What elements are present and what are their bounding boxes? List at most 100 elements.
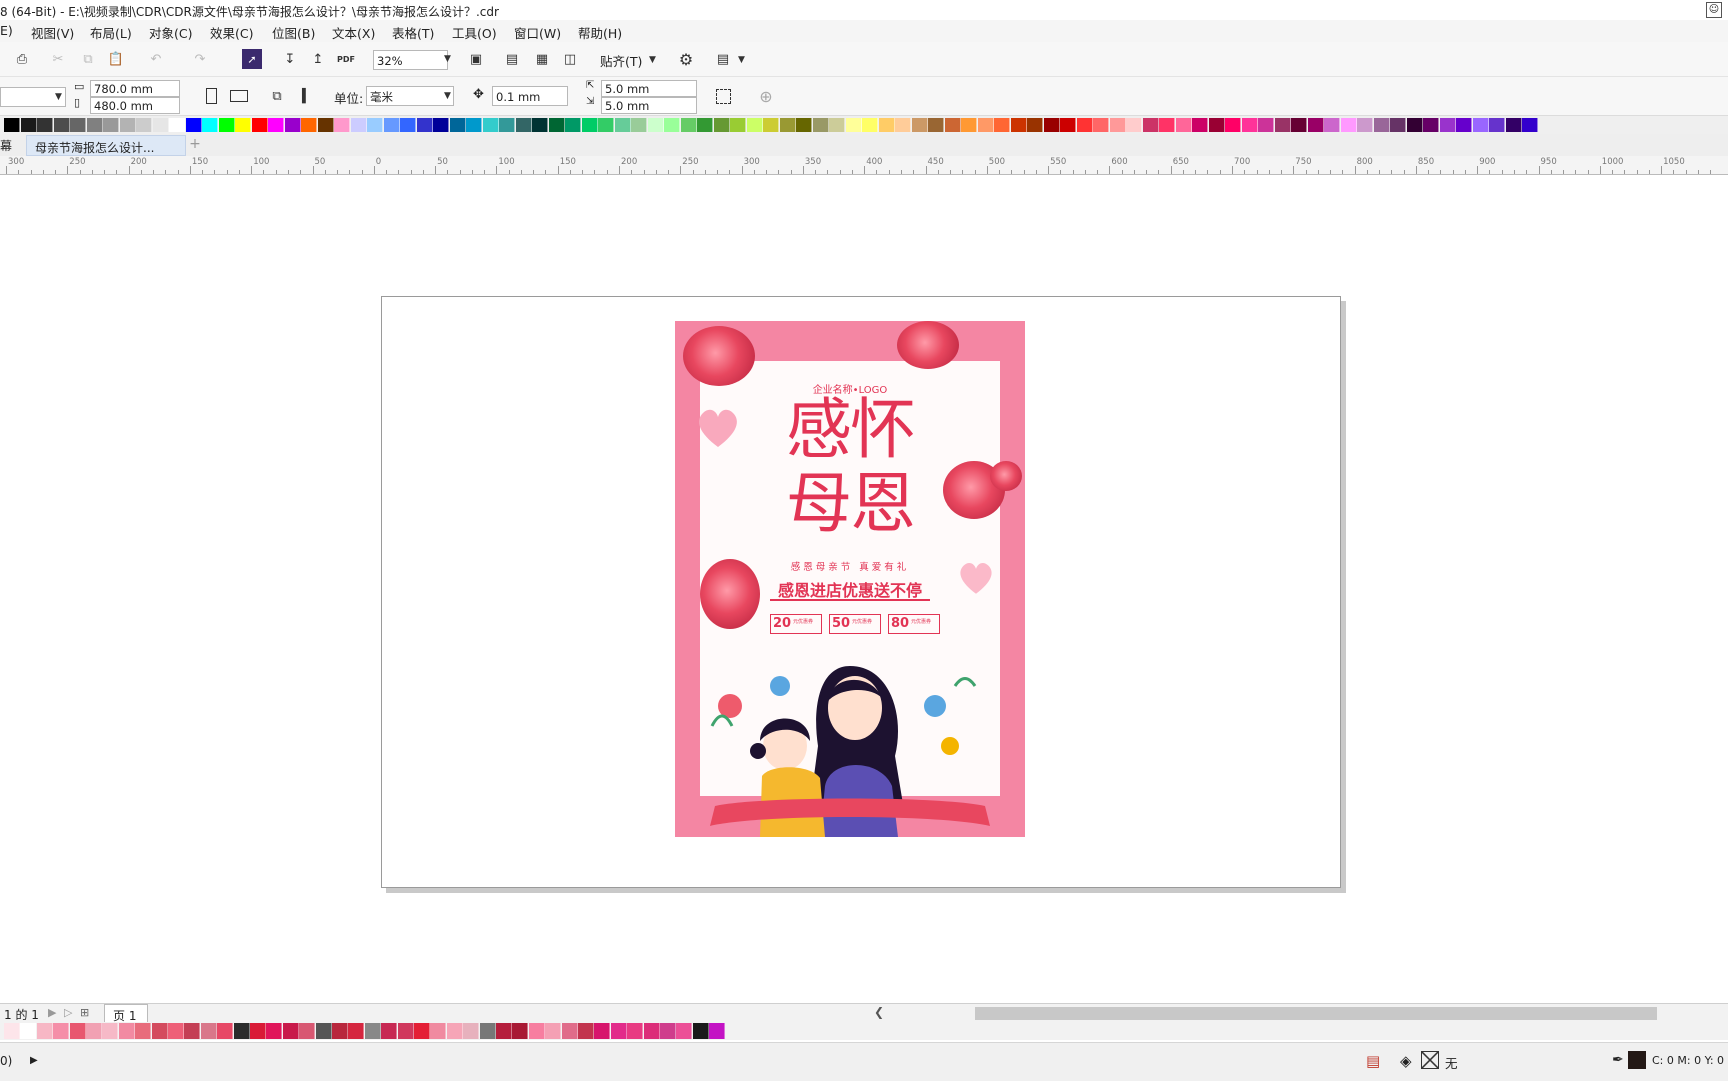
user-icon[interactable]: ☺	[1706, 2, 1722, 18]
palette-swatch[interactable]	[730, 118, 746, 132]
palette-swatch[interactable]	[1373, 118, 1390, 132]
document-palette-swatch[interactable]	[692, 1023, 709, 1039]
portrait-icon[interactable]	[201, 86, 221, 106]
palette-swatch[interactable]	[1522, 118, 1538, 132]
menu-layout[interactable]: 布局(L)	[90, 23, 132, 42]
document-palette-swatch[interactable]	[463, 1023, 480, 1039]
palette-swatch[interactable]	[317, 118, 334, 132]
palette-swatch[interactable]	[1159, 118, 1175, 132]
palette-swatch[interactable]	[152, 118, 169, 132]
document-palette-swatch[interactable]	[709, 1023, 726, 1039]
document-palette-swatch[interactable]	[414, 1023, 430, 1039]
palette-swatch[interactable]	[1109, 118, 1126, 132]
palette-swatch[interactable]	[367, 118, 383, 132]
palette-swatch[interactable]	[1472, 118, 1489, 132]
palette-swatch[interactable]	[499, 118, 515, 132]
zoom-dropdown-icon[interactable]: ▼	[444, 54, 451, 64]
palette-swatch[interactable]	[383, 118, 400, 132]
menu-table[interactable]: 表格(T)	[392, 23, 434, 42]
status-expand-icon[interactable]: ▶	[30, 1055, 38, 1066]
palette-swatch[interactable]	[845, 118, 862, 132]
palette-swatch[interactable]	[812, 118, 829, 132]
palette-swatch[interactable]	[1192, 118, 1208, 132]
duplicate-x-field[interactable]: 5.0 mm	[601, 80, 697, 97]
palette-swatch[interactable]	[1291, 118, 1307, 132]
palette-swatch[interactable]	[878, 118, 895, 132]
unit-select[interactable]: 毫米	[366, 86, 454, 106]
document-palette-swatch[interactable]	[266, 1023, 283, 1039]
menu-effects[interactable]: 效果(C)	[210, 23, 253, 42]
document-palette-swatch[interactable]	[528, 1023, 545, 1039]
palette-swatch[interactable]	[53, 118, 70, 132]
palette-swatch[interactable]	[284, 118, 301, 132]
palette-swatch[interactable]	[746, 118, 763, 132]
palette-swatch[interactable]	[977, 118, 994, 132]
nudge-distance-field[interactable]: 0.1 mm	[492, 86, 568, 106]
palette-swatch[interactable]	[350, 118, 367, 132]
export-icon[interactable]: ↥	[308, 49, 328, 69]
palette-swatch[interactable]	[763, 118, 779, 132]
palette-swatch[interactable]	[1043, 118, 1060, 132]
palette-swatch[interactable]	[1175, 118, 1192, 132]
palette-swatch[interactable]	[334, 118, 350, 132]
last-page-icon[interactable]: ▷	[64, 1006, 72, 1019]
document-palette-swatch[interactable]	[217, 1023, 234, 1039]
document-palette-swatch[interactable]	[4, 1023, 20, 1039]
palette-swatch[interactable]	[1456, 118, 1472, 132]
palette-swatch[interactable]	[647, 118, 664, 132]
palette-swatch[interactable]	[218, 118, 235, 132]
palette-swatch[interactable]	[449, 118, 466, 132]
palette-swatch[interactable]	[169, 118, 185, 132]
all-pages-icon[interactable]: ⧉	[267, 86, 287, 106]
palette-swatch[interactable]	[515, 118, 532, 132]
mothers-day-poster[interactable]: 企业名称•LOGO 感怀 母恩 感恩母亲节 真爱有礼 感恩进店优惠送不停 20 …	[675, 321, 1025, 837]
palette-swatch[interactable]	[1208, 118, 1225, 132]
document-palette-swatch[interactable]	[315, 1023, 332, 1039]
document-palette-swatch[interactable]	[676, 1023, 693, 1039]
active-document-tab[interactable]: 母亲节海报怎么设计...	[26, 135, 186, 156]
palette-swatch[interactable]	[268, 118, 284, 132]
palette-swatch[interactable]	[1324, 118, 1340, 132]
palette-swatch[interactable]	[1505, 118, 1522, 132]
publish-pdf-icon[interactable]: PDF	[336, 49, 356, 69]
palette-swatch[interactable]	[697, 118, 713, 132]
palette-swatch[interactable]	[1126, 118, 1142, 132]
palette-swatch[interactable]	[4, 118, 20, 132]
document-palette-swatch[interactable]	[69, 1023, 86, 1039]
palette-swatch[interactable]	[1027, 118, 1043, 132]
document-palette-swatch[interactable]	[332, 1023, 348, 1039]
redo-icon[interactable]: ↷	[190, 49, 210, 69]
document-palette-swatch[interactable]	[397, 1023, 414, 1039]
add-page-icon[interactable]: ⊞	[80, 1006, 89, 1019]
palette-swatch[interactable]	[1307, 118, 1324, 132]
palette-swatch[interactable]	[614, 118, 631, 132]
menu-tools[interactable]: 工具(O)	[452, 23, 497, 42]
corel-connect-icon[interactable]: ➚	[242, 49, 262, 69]
page-1-tab[interactable]: 页 1	[104, 1004, 148, 1023]
document-palette-swatch[interactable]	[627, 1023, 644, 1039]
menu-bitmap[interactable]: 位图(B)	[272, 23, 315, 42]
document-palette-swatch[interactable]	[446, 1023, 463, 1039]
palette-swatch[interactable]	[713, 118, 730, 132]
palette-swatch[interactable]	[466, 118, 482, 132]
document-palette-swatch[interactable]	[594, 1023, 611, 1039]
palette-swatch[interactable]	[664, 118, 680, 132]
palette-swatch[interactable]	[796, 118, 812, 132]
palette-swatch[interactable]	[581, 118, 598, 132]
current-page-icon[interactable]: ▍	[297, 86, 317, 106]
menu-edit[interactable]: E)	[0, 23, 13, 38]
palette-swatch[interactable]	[961, 118, 977, 132]
document-palette-swatch[interactable]	[102, 1023, 119, 1039]
palette-swatch[interactable]	[1093, 118, 1109, 132]
menu-help[interactable]: 帮助(H)	[578, 23, 622, 42]
document-palette-swatch[interactable]	[36, 1023, 53, 1039]
page-border-icon[interactable]	[713, 86, 733, 106]
document-palette-swatch[interactable]	[348, 1023, 365, 1039]
zoom-level-field[interactable]: 32%	[373, 50, 448, 70]
palette-swatch[interactable]	[1076, 118, 1093, 132]
snap-dropdown-icon[interactable]: ▼	[649, 55, 656, 65]
document-palette-swatch[interactable]	[660, 1023, 676, 1039]
document-palette-swatch[interactable]	[610, 1023, 627, 1039]
full-screen-icon[interactable]: ▣	[466, 49, 486, 69]
show-grid-icon[interactable]: ▦	[532, 49, 552, 69]
